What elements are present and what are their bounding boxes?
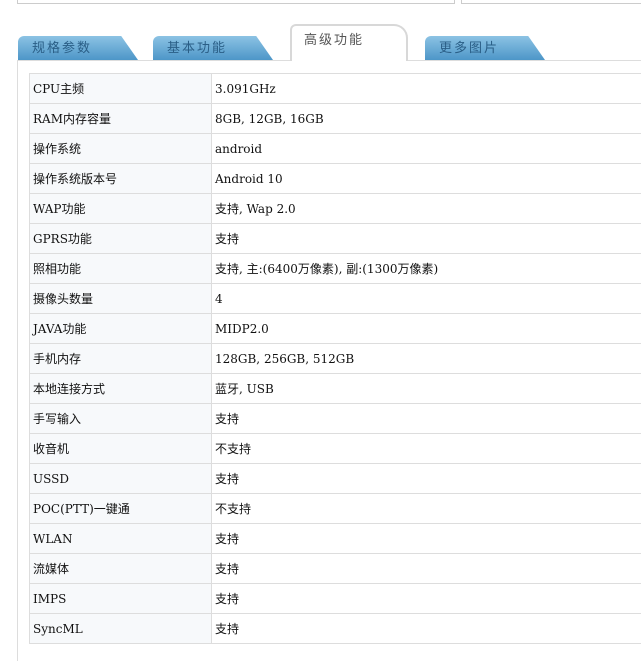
spec-label: POC(PTT)一键通 [30, 494, 212, 524]
table-row: 操作系统版本号Android 10 [30, 164, 641, 194]
spec-label: USSD [30, 464, 212, 494]
spec-label: 收音机 [30, 434, 212, 464]
table-row: USSD支持 [30, 464, 641, 494]
tab-more-images[interactable]: 更多图片 [425, 36, 545, 60]
spec-label: SyncML [30, 614, 212, 644]
spec-value: 4 [212, 284, 641, 314]
tab-basic[interactable]: 基本功能 [153, 36, 273, 60]
table-row: WAP功能支持, Wap 2.0 [30, 194, 641, 224]
spec-label: WLAN [30, 524, 212, 554]
table-row: 手写输入支持 [30, 404, 641, 434]
spec-label: RAM内存容量 [30, 104, 212, 134]
spec-value: 支持 [212, 524, 641, 554]
table-row: 本地连接方式蓝牙, USB [30, 374, 641, 404]
table-row: IMPS支持 [30, 584, 641, 614]
table-row: RAM内存容量8GB, 12GB, 16GB [30, 104, 641, 134]
spec-value: 支持, 主:(6400万像素), 副:(1300万像素) [212, 254, 641, 284]
spec-value: 支持 [212, 224, 641, 254]
spec-value: 3.091GHz [212, 74, 641, 104]
spec-value: 不支持 [212, 494, 641, 524]
spec-value: 不支持 [212, 434, 641, 464]
spec-value: Android 10 [212, 164, 641, 194]
spec-label: JAVA功能 [30, 314, 212, 344]
spec-table: CPU主频3.091GHzRAM内存容量8GB, 12GB, 16GB操作系统a… [29, 73, 641, 644]
spec-label: 流媒体 [30, 554, 212, 584]
table-row: CPU主频3.091GHz [30, 74, 641, 104]
table-row: 照相功能支持, 主:(6400万像素), 副:(1300万像素) [30, 254, 641, 284]
spec-label: 摄像头数量 [30, 284, 212, 314]
table-row: 操作系统android [30, 134, 641, 164]
table-row: SyncML支持 [30, 614, 641, 644]
table-row: POC(PTT)一键通不支持 [30, 494, 641, 524]
spec-value: 支持 [212, 584, 641, 614]
spec-label: 手写输入 [30, 404, 212, 434]
top-box-left [17, 0, 455, 4]
spec-label: GPRS功能 [30, 224, 212, 254]
spec-value: 蓝牙, USB [212, 374, 641, 404]
spec-value: 8GB, 12GB, 16GB [212, 104, 641, 134]
table-row: WLAN支持 [30, 524, 641, 554]
spec-value: 128GB, 256GB, 512GB [212, 344, 641, 374]
spec-value: MIDP2.0 [212, 314, 641, 344]
spec-value: 支持 [212, 554, 641, 584]
spec-value: 支持 [212, 614, 641, 644]
top-box-right [461, 0, 641, 4]
spec-label: 本地连接方式 [30, 374, 212, 404]
table-row: 流媒体支持 [30, 554, 641, 584]
table-row: JAVA功能MIDP2.0 [30, 314, 641, 344]
spec-label: WAP功能 [30, 194, 212, 224]
spec-value: android [212, 134, 641, 164]
spec-label: 操作系统 [30, 134, 212, 164]
tab-specs[interactable]: 规格参数 [18, 36, 138, 60]
spec-label: 照相功能 [30, 254, 212, 284]
spec-value: 支持 [212, 464, 641, 494]
spec-label: IMPS [30, 584, 212, 614]
table-row: 摄像头数量4 [30, 284, 641, 314]
spec-value: 支持, Wap 2.0 [212, 194, 641, 224]
table-row: 收音机不支持 [30, 434, 641, 464]
tab-advanced[interactable]: 高级功能 [290, 24, 408, 61]
table-row: 手机内存128GB, 256GB, 512GB [30, 344, 641, 374]
spec-label: 手机内存 [30, 344, 212, 374]
spec-label: CPU主频 [30, 74, 212, 104]
spec-label: 操作系统版本号 [30, 164, 212, 194]
table-row: GPRS功能支持 [30, 224, 641, 254]
spec-value: 支持 [212, 404, 641, 434]
